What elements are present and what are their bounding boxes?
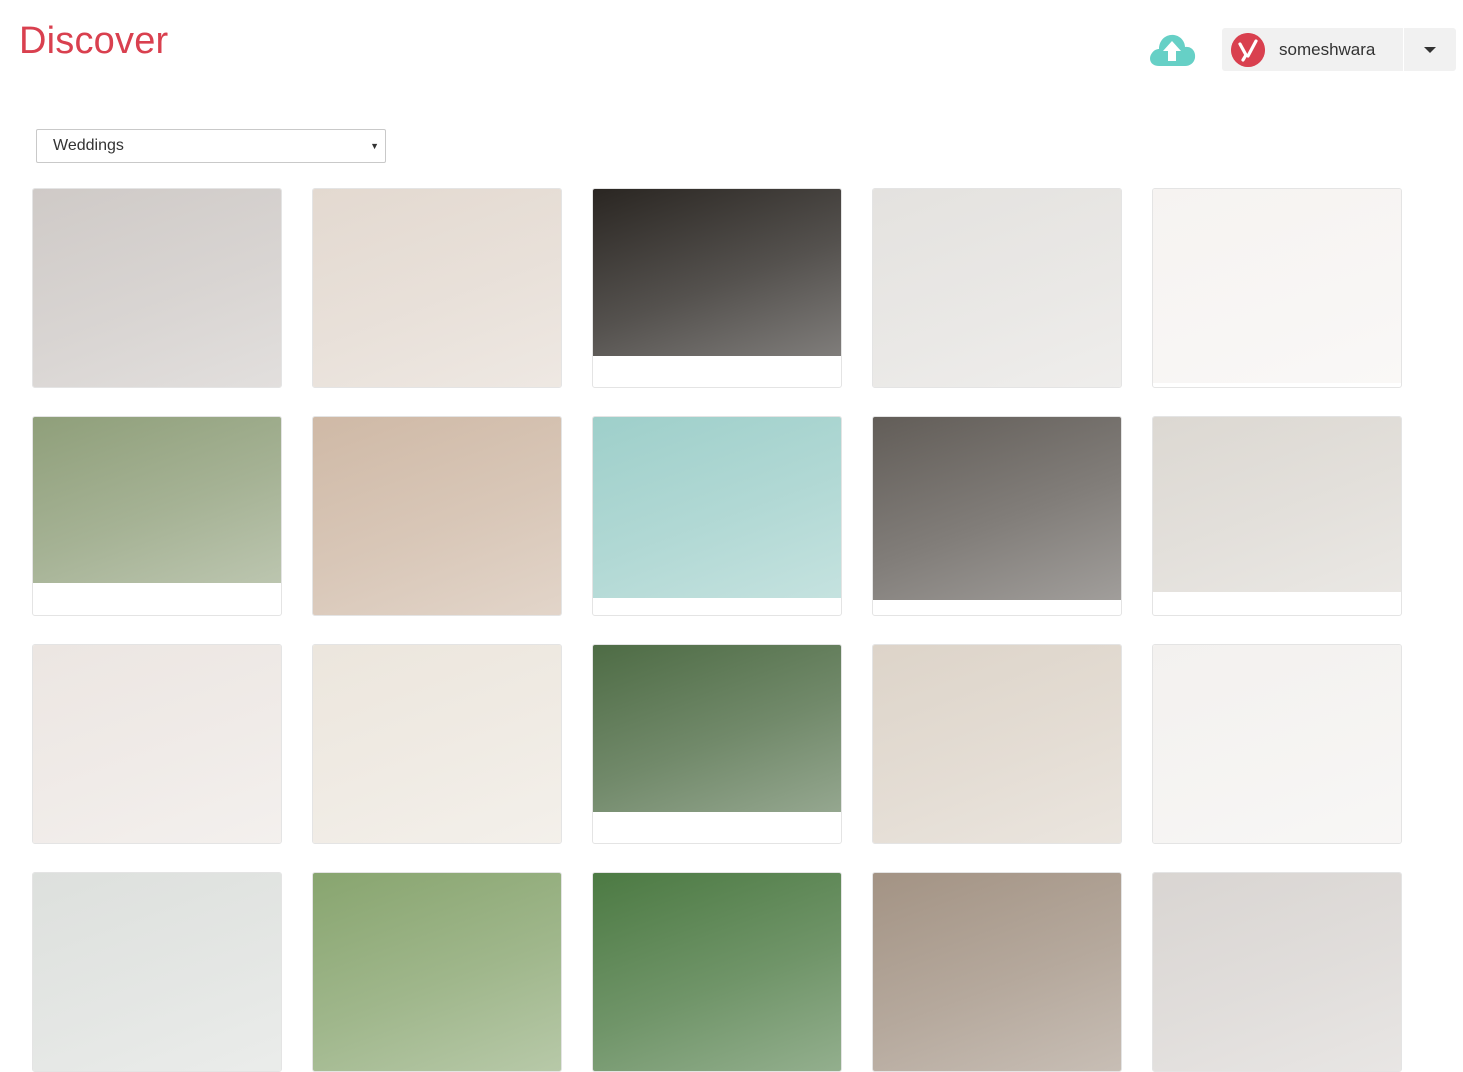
photo-bridesmaid-welcome-card <box>313 417 561 615</box>
photo-card[interactable] <box>872 416 1122 616</box>
photo-card[interactable] <box>872 644 1122 844</box>
photo-card[interactable] <box>32 416 282 616</box>
photo-card[interactable] <box>312 416 562 616</box>
photo-couple-under-tree <box>593 645 841 812</box>
photo-card[interactable] <box>312 188 562 388</box>
user-menu[interactable]: someshwara <box>1222 28 1456 71</box>
photo-celebrate-favor-bags <box>593 189 841 356</box>
photo-bride-lace-gown-bouquet <box>313 189 561 387</box>
photo-card[interactable] <box>312 872 562 1072</box>
photo-card[interactable] <box>872 872 1122 1072</box>
photo-outdoor-mountain <box>33 873 281 1071</box>
photo-card[interactable] <box>1152 188 1402 388</box>
photo-dress-hanging-window <box>313 645 561 843</box>
username: someshwara <box>1279 39 1376 59</box>
chevron-down-icon <box>1424 46 1436 53</box>
photo-bride-white-gown <box>873 189 1121 387</box>
photo-bride-flower-bouquet <box>33 645 281 843</box>
photo-card[interactable] <box>32 872 282 1072</box>
page-title: Discover <box>19 20 169 62</box>
photo-card[interactable] <box>32 188 282 388</box>
cloud-upload-icon[interactable] <box>1146 30 1198 70</box>
photo-couple-on-road <box>873 417 1121 600</box>
photo-card[interactable] <box>592 416 842 616</box>
photo-bride-red-bouquet <box>873 645 1121 843</box>
photo-veil-portrait <box>1153 873 1401 1071</box>
photo-invitation-sale-ad <box>1153 189 1401 383</box>
photo-couple-umbrella-kiss <box>33 417 281 583</box>
photo-bride-holding-bouquet <box>33 189 281 387</box>
photo-stationery-flatlay <box>1153 417 1401 592</box>
user-menu-toggle[interactable] <box>1404 28 1456 71</box>
photo-bride-veil-gift-boxes <box>593 417 841 598</box>
photo-card[interactable] <box>592 644 842 844</box>
photo-floral-arch <box>593 873 841 1071</box>
photo-card[interactable] <box>1152 644 1402 844</box>
photo-card[interactable] <box>872 188 1122 388</box>
photo-cake-table <box>873 873 1121 1071</box>
photo-card[interactable] <box>1152 872 1402 1072</box>
photo-card[interactable] <box>1152 416 1402 616</box>
photo-engagement-rings <box>1153 645 1401 843</box>
photo-card[interactable] <box>592 872 842 1072</box>
category-select[interactable]: Weddings ▼ <box>36 129 386 163</box>
photo-card[interactable] <box>32 644 282 844</box>
photo-card[interactable] <box>592 188 842 388</box>
photo-card[interactable] <box>312 644 562 844</box>
photo-garden-greenery <box>313 873 561 1071</box>
category-select-value: Weddings <box>53 137 124 154</box>
user-avatar-icon <box>1231 32 1265 67</box>
select-arrow-icon: ▼ <box>370 141 379 151</box>
